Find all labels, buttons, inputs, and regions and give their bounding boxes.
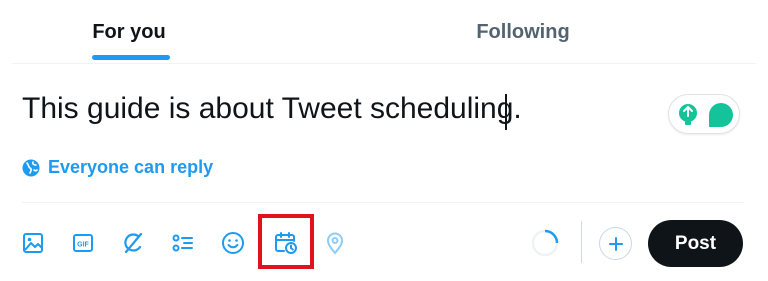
svg-text:GIF: GIF — [77, 242, 89, 249]
image-icon[interactable] — [18, 228, 48, 258]
post-button[interactable]: Post — [648, 220, 743, 267]
timeline-tabs: For you Following — [12, 0, 756, 64]
add-post-button[interactable] — [599, 227, 632, 260]
reply-setting-label: Everyone can reply — [48, 157, 214, 177]
grammarly-widget[interactable] — [668, 94, 740, 134]
tab-label: For you — [92, 20, 166, 43]
divider — [22, 202, 744, 203]
globe-icon — [22, 159, 40, 176]
text-caret — [505, 94, 507, 130]
grok-icon[interactable] — [118, 228, 148, 258]
tab-label: Following — [476, 20, 570, 43]
compose-text-input[interactable]: This guide is about Tweet scheduling. — [22, 92, 522, 126]
active-tab-indicator — [92, 55, 170, 60]
character-count-ring — [530, 228, 560, 258]
tab-for-you[interactable]: For you — [12, 0, 246, 64]
schedule-highlight-box — [258, 214, 314, 269]
plus-icon — [608, 236, 623, 251]
reply-setting-button[interactable]: Everyone can reply — [22, 157, 213, 178]
location-icon[interactable] — [320, 228, 350, 258]
tab-following[interactable]: Following — [246, 0, 756, 64]
grammarly-icon — [679, 103, 733, 127]
toolbar-separator — [581, 221, 582, 263]
emoji-icon[interactable] — [218, 228, 248, 258]
poll-icon[interactable] — [168, 228, 198, 258]
gif-icon[interactable]: GIF — [68, 228, 98, 258]
